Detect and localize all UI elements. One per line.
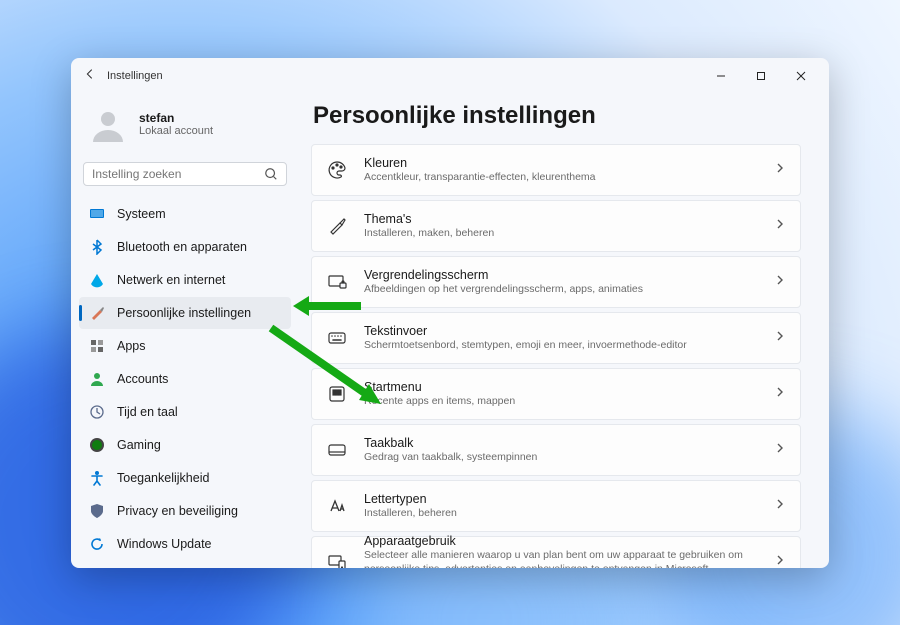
nav-system[interactable]: Systeem	[79, 198, 291, 230]
brush-icon	[326, 215, 348, 237]
chevron-right-icon	[774, 273, 786, 291]
card-subtitle: Selecteer alle manieren waarop u van pla…	[364, 549, 758, 567]
clock-globe-icon	[89, 404, 105, 420]
card-lockscreen[interactable]: Vergrendelingsscherm Afbeeldingen op het…	[311, 256, 801, 308]
close-button[interactable]	[781, 62, 821, 90]
display-icon	[89, 206, 105, 222]
nav-label: Gaming	[117, 438, 161, 452]
nav-accessibility[interactable]: Toegankelijkheid	[79, 462, 291, 494]
nav-label: Windows Update	[117, 537, 212, 551]
update-icon	[89, 536, 105, 552]
nav-apps[interactable]: Apps	[79, 330, 291, 362]
chevron-right-icon	[774, 329, 786, 347]
main-content: Persoonlijke instellingen Kleuren Accent…	[299, 94, 829, 568]
card-title: Kleuren	[364, 155, 758, 171]
chevron-right-icon	[774, 497, 786, 515]
chevron-right-icon	[774, 441, 786, 459]
back-button[interactable]	[83, 67, 97, 84]
nav-bluetooth[interactable]: Bluetooth en apparaten	[79, 231, 291, 263]
sidebar: stefan Lokaal account Systeem Bluetooth …	[71, 94, 299, 568]
shield-icon	[89, 503, 105, 519]
card-textinput[interactable]: Tekstinvoer Schermtoetsenbord, stemtypen…	[311, 312, 801, 364]
nav-label: Netwerk en internet	[117, 273, 225, 287]
chevron-right-icon	[774, 217, 786, 235]
settings-window: Instellingen stefan Lokaal account	[71, 58, 829, 568]
nav-label: Tijd en taal	[117, 405, 178, 419]
search-icon	[264, 167, 278, 181]
nav-personalization[interactable]: Persoonlijke instellingen	[79, 297, 291, 329]
lockscreen-icon	[326, 271, 348, 293]
nav-label: Bluetooth en apparaten	[117, 240, 247, 254]
avatar	[87, 104, 129, 146]
font-icon	[326, 495, 348, 517]
nav-label: Toegankelijkheid	[117, 471, 209, 485]
chevron-right-icon	[774, 161, 786, 179]
card-themes[interactable]: Thema's Installeren, maken, beheren	[311, 200, 801, 252]
taskbar-icon	[326, 439, 348, 461]
nav-gaming[interactable]: Gaming	[79, 429, 291, 461]
nav-privacy[interactable]: Privacy en beveiliging	[79, 495, 291, 527]
nav-label: Privacy en beveiliging	[117, 504, 238, 518]
minimize-button[interactable]	[701, 62, 741, 90]
card-subtitle: Installeren, maken, beheren	[364, 227, 758, 241]
search-box[interactable]	[83, 162, 287, 186]
card-title: Thema's	[364, 211, 758, 227]
card-colors[interactable]: Kleuren Accentkleur, transparantie-effec…	[311, 144, 801, 196]
page-title: Persoonlijke instellingen	[313, 102, 805, 130]
card-title: Lettertypen	[364, 491, 758, 507]
card-title: Startmenu	[364, 379, 758, 395]
card-subtitle: Afbeeldingen op het vergrendelingsscherm…	[364, 283, 758, 297]
window-title: Instellingen	[107, 70, 163, 82]
card-subtitle: Accentkleur, transparantie-effecten, kle…	[364, 171, 758, 185]
gaming-icon	[89, 437, 105, 453]
card-subtitle: Schermtoetsenbord, stemtypen, emoji en m…	[364, 339, 758, 353]
apps-icon	[89, 338, 105, 354]
profile-name: stefan	[139, 111, 213, 125]
card-title: Taakbalk	[364, 435, 758, 451]
nav-windows-update[interactable]: Windows Update	[79, 528, 291, 560]
card-startmenu[interactable]: Startmenu Recente apps en items, mappen	[311, 368, 801, 420]
bluetooth-icon	[89, 239, 105, 255]
search-input[interactable]	[92, 167, 264, 181]
nav-label: Accounts	[117, 372, 168, 386]
card-subtitle: Gedrag van taakbalk, systeempinnen	[364, 451, 758, 465]
card-subtitle: Installeren, beheren	[364, 507, 758, 521]
nav-label: Persoonlijke instellingen	[117, 306, 251, 320]
chevron-right-icon	[774, 553, 786, 568]
profile-account-type: Lokaal account	[139, 125, 213, 138]
nav-network[interactable]: Netwerk en internet	[79, 264, 291, 296]
maximize-button[interactable]	[741, 62, 781, 90]
window-controls	[701, 62, 821, 90]
profile[interactable]: stefan Lokaal account	[79, 98, 291, 158]
wifi-icon	[89, 272, 105, 288]
keyboard-icon	[326, 327, 348, 349]
card-subtitle: Recente apps en items, mappen	[364, 395, 758, 409]
chevron-right-icon	[774, 385, 786, 403]
nav-time-language[interactable]: Tijd en taal	[79, 396, 291, 428]
accessibility-icon	[89, 470, 105, 486]
card-title: Vergrendelingsscherm	[364, 267, 758, 283]
card-title: Apparaatgebruik	[364, 533, 758, 549]
nav-accounts[interactable]: Accounts	[79, 363, 291, 395]
nav-label: Systeem	[117, 207, 166, 221]
start-icon	[326, 383, 348, 405]
card-taskbar[interactable]: Taakbalk Gedrag van taakbalk, systeempin…	[311, 424, 801, 476]
card-device-usage[interactable]: Apparaatgebruik Selecteer alle manieren …	[311, 536, 801, 568]
person-icon	[89, 371, 105, 387]
brush-icon	[89, 305, 105, 321]
settings-list[interactable]: Kleuren Accentkleur, transparantie-effec…	[311, 144, 805, 568]
card-title: Tekstinvoer	[364, 323, 758, 339]
card-fonts[interactable]: Lettertypen Installeren, beheren	[311, 480, 801, 532]
titlebar: Instellingen	[71, 58, 829, 94]
nav-label: Apps	[117, 339, 146, 353]
palette-icon	[326, 159, 348, 181]
device-usage-icon	[326, 551, 348, 568]
nav: Systeem Bluetooth en apparaten Netwerk e…	[79, 198, 291, 560]
